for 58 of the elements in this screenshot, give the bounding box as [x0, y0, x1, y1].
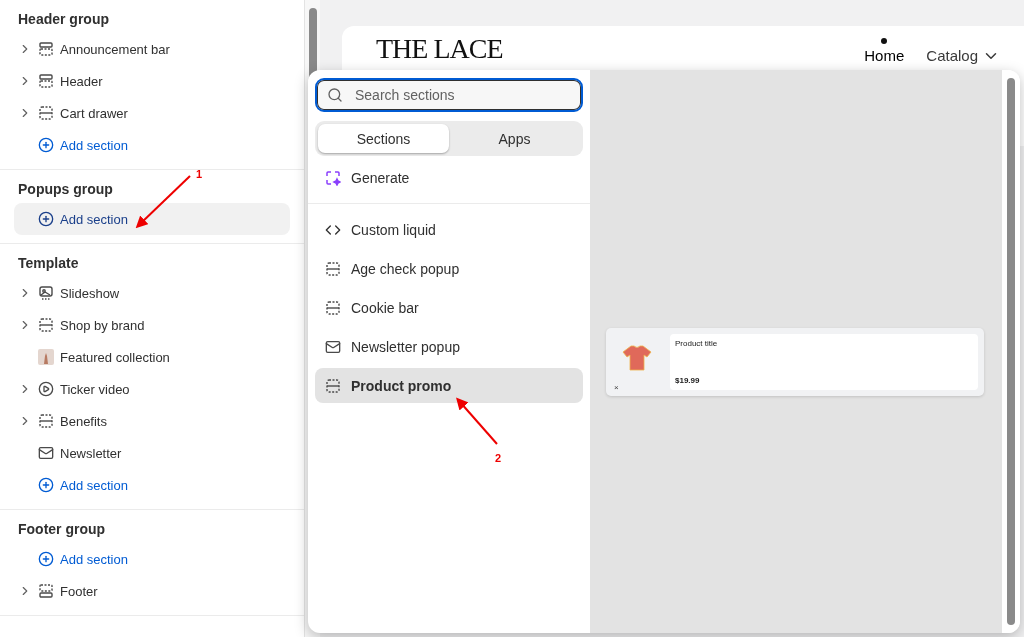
annotation-arrow [456, 397, 498, 445]
product-price: $19.99 [675, 375, 701, 385]
section-label[interactable]: Featured collection [60, 349, 170, 365]
search-field[interactable]: Search sections [315, 78, 583, 112]
plus-icon [38, 211, 54, 227]
store-logo[interactable]: THE LACE [376, 34, 503, 65]
section-option[interactable]: Cookie bar [315, 290, 583, 325]
footer-section-icon [38, 583, 54, 599]
mail-icon [38, 445, 54, 461]
section-option[interactable]: Custom liquid [315, 212, 583, 247]
section-label[interactable]: Footer [60, 583, 98, 599]
section-label[interactable]: Announcement bar [60, 41, 170, 57]
play-icon [38, 381, 54, 397]
tshirt-icon [622, 343, 652, 372]
generate-item[interactable]: Generate [315, 160, 583, 195]
add-section-button[interactable]: Add section [14, 129, 290, 161]
product-title: Product title [675, 338, 719, 348]
annotation-number: 1 [196, 168, 203, 180]
section-option[interactable]: Product promo [315, 368, 583, 403]
slideshow-icon [38, 285, 54, 301]
sparkle-frame-icon [325, 169, 341, 186]
section-option[interactable]: Newsletter popup [315, 329, 583, 364]
section-label[interactable]: Header [60, 73, 103, 89]
section-label[interactable]: Ticker video [60, 381, 130, 397]
add-section-button[interactable]: Add section [14, 203, 290, 235]
group-title: Header group [17, 10, 110, 29]
group-title: Template [17, 254, 80, 273]
plus-icon [38, 137, 54, 153]
add-section-button[interactable]: Add section [14, 469, 290, 501]
plus-icon [38, 551, 54, 567]
header-section-icon [38, 73, 54, 89]
section-label[interactable]: Newsletter [60, 445, 122, 461]
section-icon [325, 377, 341, 394]
close-icon[interactable]: × [614, 382, 619, 392]
group-title: Popups group [17, 180, 114, 199]
group-title: Footer group [17, 520, 107, 539]
annotation-arrow [135, 175, 191, 229]
section-icon [38, 105, 54, 121]
section-label[interactable]: Benefits [60, 413, 107, 429]
tab[interactable]: Apps [449, 124, 580, 153]
add-section-button[interactable]: Add section [14, 543, 290, 575]
section-label[interactable]: Shop by brand [60, 317, 145, 333]
section-icon [325, 299, 341, 316]
section-icon [38, 413, 54, 429]
section-icon [325, 260, 341, 277]
section-icon [38, 317, 54, 333]
scrollbar[interactable] [1002, 70, 1020, 633]
annotation-number: 2 [495, 452, 502, 464]
mail-icon [325, 338, 341, 355]
section-label[interactable]: Slideshow [60, 285, 120, 301]
section-option[interactable]: Age check popup [315, 251, 583, 286]
header-section-icon [38, 41, 54, 57]
plus-icon [38, 477, 54, 493]
section-label[interactable]: Cart drawer [60, 105, 128, 121]
nav-link[interactable]: Catalog [926, 38, 1000, 65]
nav-link[interactable]: Home [864, 38, 905, 65]
tab[interactable]: Sections [318, 124, 449, 153]
product-thumbnail-icon [38, 349, 54, 365]
